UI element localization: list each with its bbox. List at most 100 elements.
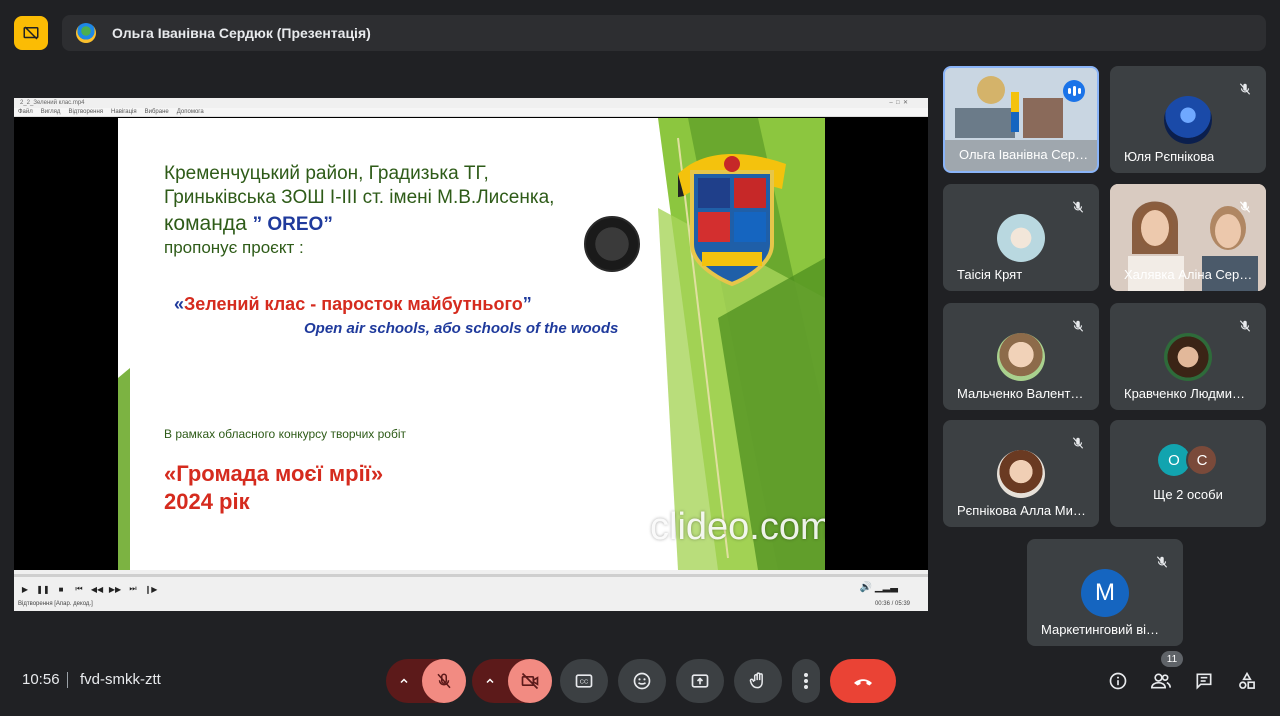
mic-options-chevron-icon[interactable] xyxy=(386,675,422,687)
watermark: clideo.com xyxy=(650,506,825,548)
avatar: M xyxy=(1081,569,1129,617)
contest-frame: В рамках обласного конкурсу творчих робі… xyxy=(164,427,406,441)
participant-tile[interactable]: Рєпнікова Алла Ми… xyxy=(943,420,1099,527)
seek-bar[interactable] xyxy=(14,574,928,577)
avatar xyxy=(997,214,1045,262)
mic-off-icon xyxy=(1236,317,1254,335)
camera-control-group xyxy=(472,659,552,703)
people-icon xyxy=(1150,673,1171,689)
people-button[interactable] xyxy=(1149,669,1173,693)
microphone-toggle-button[interactable] xyxy=(422,659,466,703)
participant-tile[interactable]: Юля Рєпнікова xyxy=(1110,66,1266,173)
stop-icon[interactable]: ■ xyxy=(54,582,68,596)
team-prefix: команда xyxy=(164,212,253,235)
oreo-cookie-icon xyxy=(584,216,640,272)
captions-button[interactable]: CC xyxy=(560,659,608,703)
presentation-stage[interactable]: 2_2_Зелений клас.mp4 – □ ✕ Файл Вигляд В… xyxy=(14,98,928,611)
forward-icon[interactable]: ▶▶ xyxy=(108,582,122,596)
participant-tile[interactable]: M Маркетинговий ві… xyxy=(1027,539,1183,646)
chat-button[interactable] xyxy=(1192,669,1216,693)
contest-line-2: 2024 рік xyxy=(164,489,250,514)
avatar xyxy=(997,450,1045,498)
player-window-title: 2_2_Зелений клас.mp4 xyxy=(20,100,85,106)
slide-team: команда ” OREO” xyxy=(164,212,333,236)
divider xyxy=(67,672,68,688)
camera-off-icon xyxy=(521,672,539,690)
participant-name: Юля Рєпнікова xyxy=(1124,149,1215,164)
presenter-avatar xyxy=(76,23,96,43)
slide-line-1: Кременчуцький район, Градизька ТГ, xyxy=(164,163,489,184)
project-open-quote: « xyxy=(174,294,185,314)
leave-call-button[interactable] xyxy=(830,659,896,703)
participant-tile[interactable]: Халявка Аліна Сер… xyxy=(1110,184,1266,291)
play-icon[interactable]: ▶ xyxy=(18,582,32,596)
participant-name: Мальченко Валент… xyxy=(957,386,1084,401)
next-icon[interactable]: ⏭ xyxy=(126,582,140,596)
emoji-icon xyxy=(633,672,651,690)
contest-title: «Громада моєї мрії» 2024 рік xyxy=(164,460,383,516)
participant-name: Таісія Крят xyxy=(957,267,1023,282)
present-now-button[interactable] xyxy=(676,659,724,703)
speaking-indicator-icon xyxy=(1063,80,1085,102)
participant-tile[interactable]: Мальченко Валент… xyxy=(943,303,1099,410)
menu-item-help: Допомога xyxy=(176,109,204,115)
svg-text:CC: CC xyxy=(580,680,588,686)
menu-item-favorites: Вибране xyxy=(144,109,169,115)
project-title: «Зелений клас - паросток майбутнього” xyxy=(174,294,532,315)
frame-step-icon[interactable]: ❙▶ xyxy=(144,582,158,596)
reactions-button[interactable] xyxy=(618,659,666,703)
shapes-icon xyxy=(1239,671,1255,689)
slide-heading: Кременчуцький район, Градизька ТГ, Гринь… xyxy=(164,162,554,210)
hang-up-icon xyxy=(854,679,872,686)
more-options-button[interactable] xyxy=(792,659,820,703)
rewind-icon[interactable]: ◀◀ xyxy=(90,582,104,596)
previous-icon[interactable]: ⏮ xyxy=(72,582,86,596)
meet-window: Ольга Іванівна Сердюк (Презентація) 2_2_… xyxy=(0,0,1280,716)
slide-line-2: Гриньківська ЗОШ І-ІІІ ст. імені М.В.Лис… xyxy=(164,187,555,208)
menu-item-playback: Відтворення xyxy=(68,109,104,115)
player-controls: ▶ ❚❚ ■ ⏮ ◀◀ ▶▶ ⏭ ❙▶ 🔊 ▁▂▃ Відтворення [А… xyxy=(14,570,928,611)
avatar xyxy=(997,333,1045,381)
project-close-quote: ” xyxy=(522,294,532,314)
project-title-text: Зелений клас - паросток майбутнього xyxy=(184,294,523,314)
camera-toggle-button[interactable] xyxy=(508,659,552,703)
district-crest-icon xyxy=(678,154,786,287)
participant-tile[interactable]: Ольга Іванівна Сер… xyxy=(943,66,1099,173)
activities-button[interactable] xyxy=(1235,669,1259,693)
window-controls-icon: – □ ✕ xyxy=(889,100,908,106)
presentation-banner: Ольга Іванівна Сердюк (Презентація) xyxy=(62,15,1266,51)
player-title-bar: 2_2_Зелений клас.mp4 – □ ✕ xyxy=(14,98,928,108)
closed-captions-icon: CC xyxy=(575,674,593,688)
participant-tile[interactable]: Кравченко Людми… xyxy=(1110,303,1266,410)
volume-icon[interactable]: 🔊 ▁▂▃ xyxy=(860,582,898,593)
camera-options-chevron-icon[interactable] xyxy=(472,675,508,687)
raise-hand-button[interactable] xyxy=(734,659,782,703)
player-menu-bar: Файл Вигляд Відтворення Навігація Вибран… xyxy=(14,108,928,117)
more-participants-label: Ще 2 особи xyxy=(1153,487,1223,502)
player-time: 00:36 / 05:39 xyxy=(874,601,910,607)
present-screen-icon xyxy=(691,674,709,688)
participant-tile[interactable]: Таісія Крят xyxy=(943,184,1099,291)
participant-name: Рєпнікова Алла Ми… xyxy=(957,503,1086,518)
more-participants-tile[interactable]: O C Ще 2 особи xyxy=(1110,420,1266,527)
stop-presenting-icon[interactable] xyxy=(14,16,48,50)
presenter-title: Ольга Іванівна Сердюк (Презентація) xyxy=(112,25,371,41)
pause-icon[interactable]: ❚❚ xyxy=(36,582,50,596)
more-vert-icon xyxy=(804,673,808,689)
mic-off-icon xyxy=(1069,198,1087,216)
mic-off-icon xyxy=(1069,317,1087,335)
participant-name: Халявка Аліна Сер… xyxy=(1124,267,1253,282)
mic-control-group xyxy=(386,659,466,703)
meeting-details-button[interactable] xyxy=(1106,669,1130,693)
menu-item-navigation: Навігація xyxy=(111,109,137,115)
hand-icon xyxy=(749,672,763,689)
chat-icon xyxy=(1196,673,1212,690)
menu-item-view: Вигляд xyxy=(40,109,61,115)
menu-item-file: Файл xyxy=(18,109,33,115)
slide-offer: пропонує проєкт : xyxy=(164,238,304,257)
mic-off-icon xyxy=(1069,434,1087,452)
player-status: Відтворення [Апар. декод.] xyxy=(18,601,93,607)
clock: 10:56 xyxy=(22,671,60,688)
meeting-code: fvd-smkk-ztt xyxy=(80,671,161,688)
avatar: C xyxy=(1186,444,1218,476)
